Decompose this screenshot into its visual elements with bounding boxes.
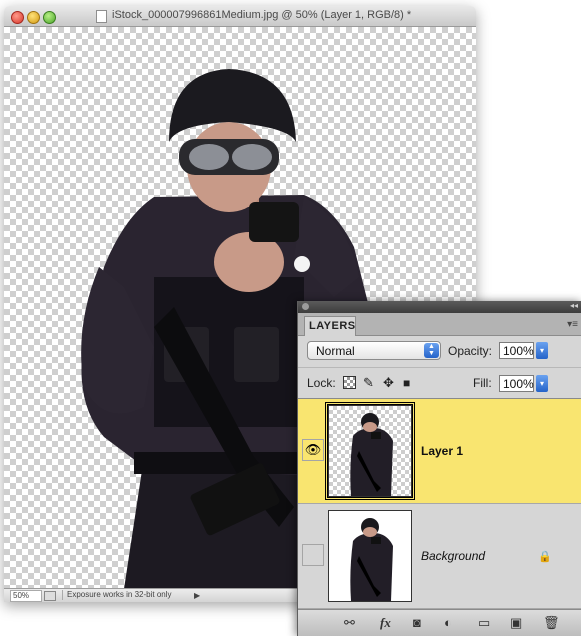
layer-thumbnail bbox=[327, 404, 413, 498]
lock-fill-row: Lock: ✎ ✥ ■ Fill: 100% ▾ bbox=[298, 367, 581, 399]
opacity-dropdown-icon[interactable]: ▾ bbox=[536, 342, 548, 359]
layers-panel: ◂◂ LAYERS ▾≡ Normal ▲ ▼ Opacity: 100% ▾ L… bbox=[297, 301, 581, 636]
document-icon bbox=[96, 10, 107, 23]
window-title: iStock_000007996861Medium.jpg @ 50% (Lay… bbox=[112, 9, 412, 21]
blend-opacity-row: Normal ▲ ▼ Opacity: 100% ▾ bbox=[298, 336, 581, 366]
fill-field[interactable]: 100% bbox=[499, 375, 534, 392]
layer-name: Layer 1 bbox=[421, 444, 464, 458]
status-menu-arrow-icon[interactable]: ▶ bbox=[194, 591, 200, 600]
new-group-icon[interactable]: ▭ bbox=[478, 615, 490, 631]
panel-header-bar[interactable]: ◂◂ bbox=[298, 301, 581, 313]
layers-list: 👁 Layer 1 Background 🔒 bbox=[298, 399, 581, 609]
panel-menu-icon[interactable]: ▾≡ bbox=[567, 319, 578, 330]
fx-icon[interactable]: fx bbox=[380, 615, 391, 631]
opacity-field[interactable]: 100% bbox=[499, 342, 534, 359]
visibility-eye-icon[interactable]: 👁 bbox=[302, 439, 324, 461]
tab-layers[interactable]: LAYERS bbox=[304, 316, 356, 336]
opacity-label: Opacity: bbox=[448, 344, 493, 358]
status-preview-icon[interactable] bbox=[44, 591, 56, 601]
window-titlebar[interactable]: iStock_000007996861Medium.jpg @ 50% (Lay… bbox=[4, 6, 476, 27]
new-layer-icon[interactable]: ▣ bbox=[510, 615, 522, 631]
panel-collapse-icon[interactable]: ◂◂ bbox=[570, 301, 578, 310]
add-mask-icon[interactable]: ◙ bbox=[413, 615, 421, 631]
select-arrows-icon: ▲ ▼ bbox=[424, 343, 439, 358]
close-icon[interactable] bbox=[11, 11, 24, 24]
panel-close-icon[interactable] bbox=[302, 303, 309, 310]
layer-lock-icon[interactable]: 🔒 bbox=[538, 550, 552, 563]
layers-panel-toolbar: ⚯ fx ◙ ◐ ▭ ▣ 🗑 bbox=[298, 609, 581, 636]
layer-row-background[interactable]: Background 🔒 bbox=[298, 504, 581, 609]
zoom-icon[interactable] bbox=[43, 11, 56, 24]
layer-name: Background bbox=[421, 549, 486, 563]
lock-label: Lock: bbox=[307, 376, 336, 390]
trash-icon[interactable]: 🗑 bbox=[543, 615, 560, 631]
blend-mode-value: Normal bbox=[316, 344, 355, 358]
status-info-text: Exposure works in 32-bit only bbox=[62, 590, 191, 600]
minimize-icon[interactable] bbox=[27, 11, 40, 24]
blend-mode-select[interactable]: Normal ▲ ▼ bbox=[307, 341, 441, 360]
panel-tab-row: LAYERS ▾≡ bbox=[298, 313, 581, 336]
adjustment-layer-icon[interactable]: ◐ bbox=[444, 615, 452, 631]
layer-row-layer-1[interactable]: 👁 Layer 1 bbox=[298, 399, 581, 504]
lock-transparent-pixels-icon[interactable] bbox=[343, 376, 356, 389]
link-layers-icon[interactable]: ⚯ bbox=[344, 615, 355, 631]
visibility-toggle-empty[interactable] bbox=[302, 544, 324, 566]
lock-position-icon[interactable]: ✥ bbox=[383, 376, 394, 390]
zoom-level-field[interactable]: 50% bbox=[10, 590, 42, 602]
fill-dropdown-icon[interactable]: ▾ bbox=[536, 375, 548, 392]
layer-thumbnail bbox=[328, 510, 412, 602]
lock-all-icon[interactable]: ■ bbox=[403, 376, 410, 390]
lock-image-pixels-icon[interactable]: ✎ bbox=[363, 376, 374, 390]
fill-label: Fill: bbox=[473, 376, 492, 390]
